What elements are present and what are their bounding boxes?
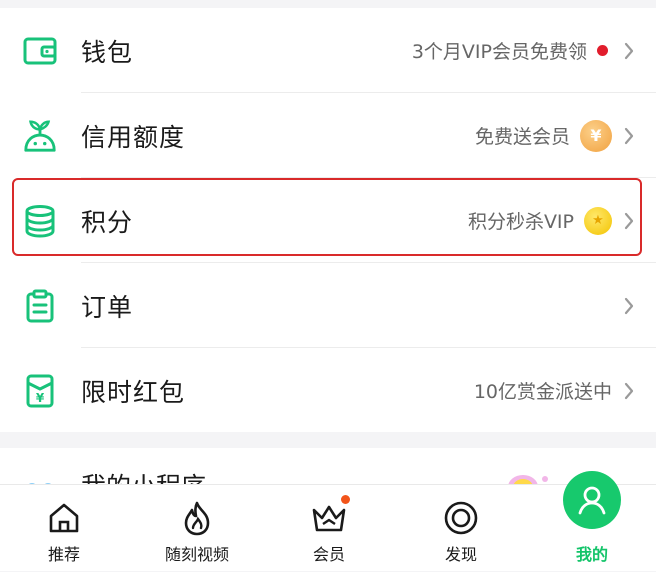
menu-item-label: 信用额度	[81, 122, 186, 152]
menu-item-hint: 10亿赏金派送中	[473, 381, 612, 403]
tab-label: 推荐	[47, 545, 80, 564]
tab-label: 我的	[575, 545, 608, 564]
tab-vip[interactable]: 会员	[269, 485, 389, 572]
menu-item-label: 钱包	[81, 37, 134, 67]
chevron-right-icon	[622, 296, 636, 316]
chevron-right-icon	[622, 41, 636, 61]
svg-text:¥: ¥	[36, 391, 45, 405]
sprout-icon	[22, 118, 58, 154]
menu-item-wallet[interactable]: 钱包 3个月VIP会员免费领	[0, 8, 656, 93]
notification-dot	[341, 495, 350, 504]
menu-item-credit[interactable]: 信用额度 免费送会员 ¥	[0, 93, 656, 178]
chevron-right-icon	[622, 381, 636, 401]
clipboard-icon	[22, 288, 58, 324]
tab-label: 发现	[444, 545, 477, 564]
tab-label: 随刻视频	[164, 545, 229, 564]
red-envelope-icon: ¥	[22, 373, 58, 409]
menu-item-red-envelope[interactable]: ¥ 限时红包 10亿赏金派送中	[0, 348, 656, 433]
tab-video[interactable]: 随刻视频	[137, 485, 257, 572]
menu-item-hint: 免费送会员	[474, 126, 570, 148]
tab-recommend[interactable]: 推荐	[4, 485, 124, 572]
notification-dot	[597, 45, 608, 56]
menu-item-label: 限时红包	[81, 377, 186, 407]
crown-icon	[310, 495, 350, 537]
profile-icon[interactable]	[563, 471, 621, 529]
selection-highlight-box	[12, 178, 642, 256]
discover-icon	[442, 499, 480, 537]
bottom-tab-bar: 推荐 随刻视频 会员 发现 我的	[0, 484, 656, 571]
tab-label: 会员	[312, 545, 345, 564]
yuan-coin-icon: ¥	[580, 119, 612, 152]
wallet-icon	[22, 33, 58, 69]
tab-discover[interactable]: 发现	[401, 485, 521, 572]
flame-icon	[178, 499, 216, 537]
menu-item-orders[interactable]: 订单	[0, 263, 656, 348]
menu-item-label: 订单	[81, 292, 134, 322]
home-icon	[45, 499, 83, 537]
chevron-right-icon	[622, 126, 636, 146]
menu-item-hint: 3个月VIP会员免费领	[411, 41, 587, 63]
